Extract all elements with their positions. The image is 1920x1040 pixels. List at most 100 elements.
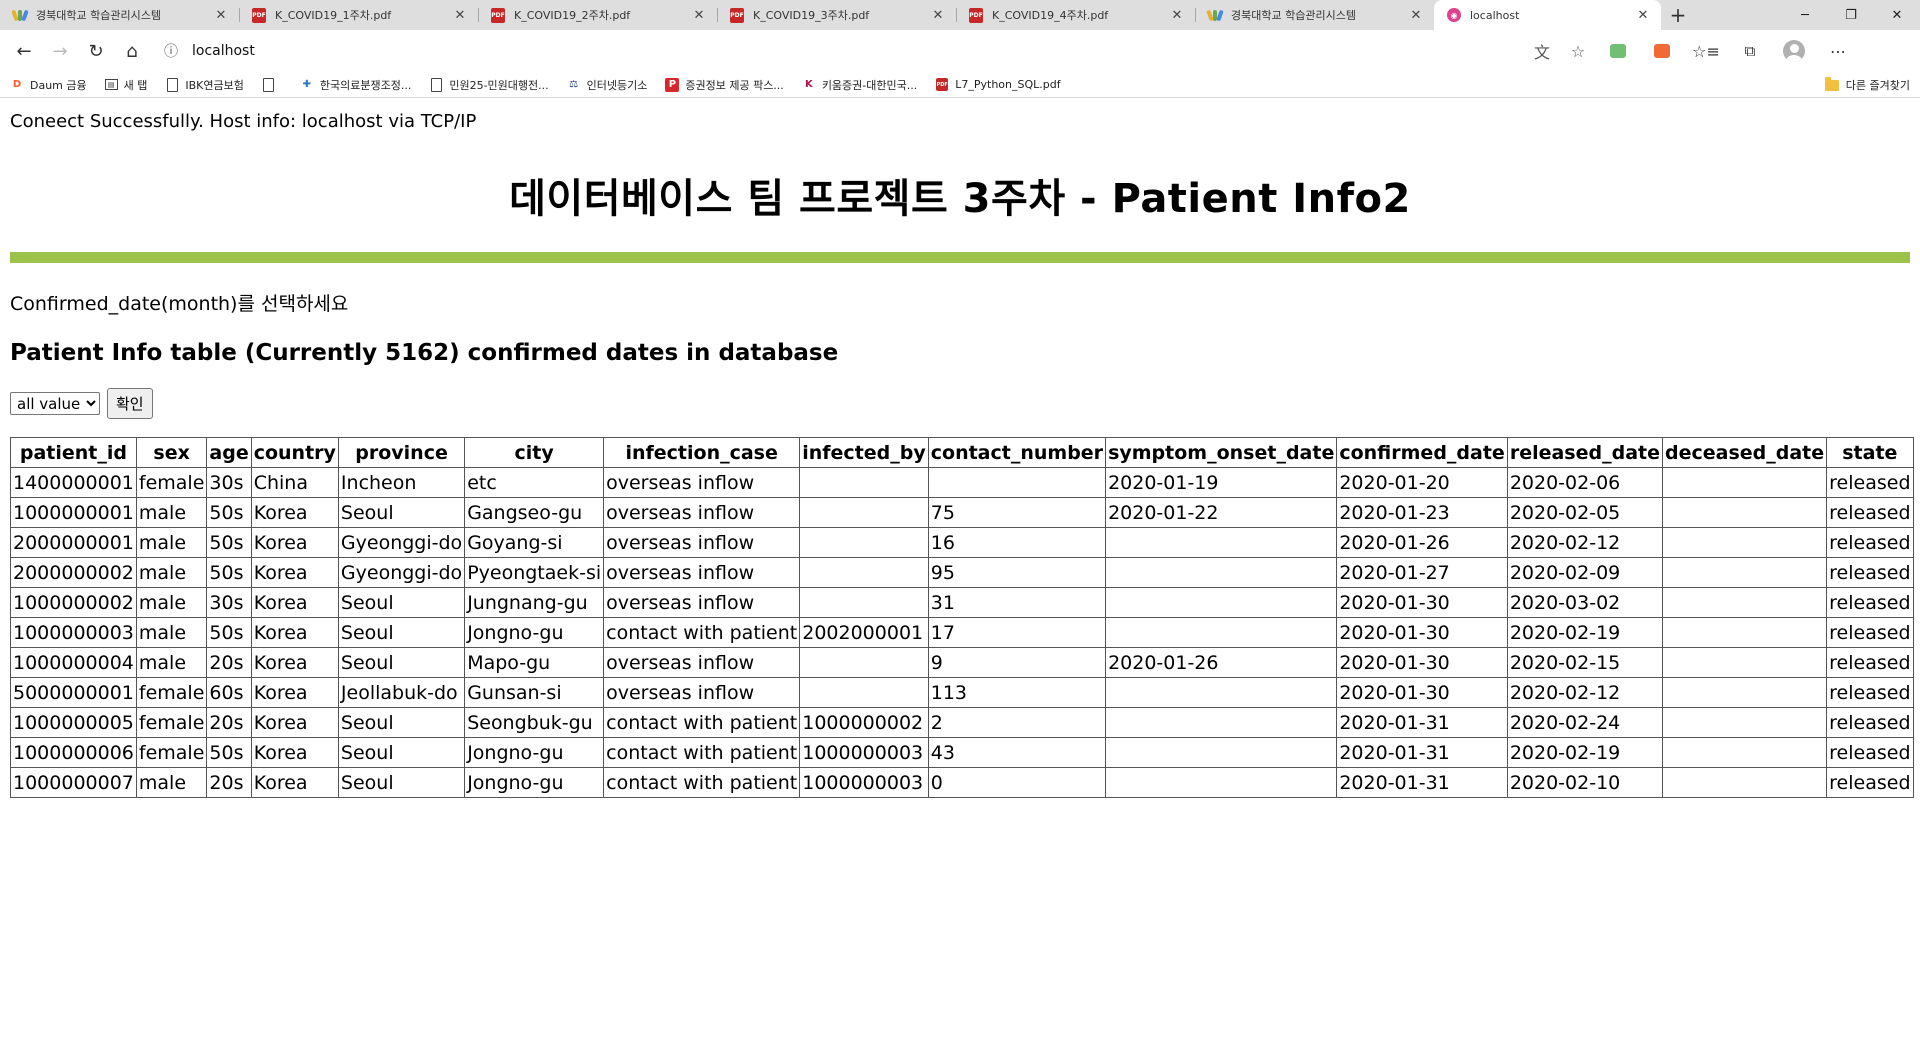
bookmark-ibk[interactable]: IBK연금보험 xyxy=(165,77,244,93)
bookmark-minwon[interactable]: 민원25-민원대행전... xyxy=(429,77,549,93)
bookmark-daum[interactable]: D Daum 금융 xyxy=(10,77,87,93)
cell-age: 30s xyxy=(206,587,252,618)
cell-sex: male xyxy=(135,527,208,558)
connection-status: Coneect Successfully. Host info: localho… xyxy=(10,111,477,132)
month-select[interactable]: all value xyxy=(10,392,100,415)
cell-infection-case: overseas inflow xyxy=(603,557,801,588)
cell-sex: male xyxy=(135,647,208,678)
browser-tab-pdf-1[interactable]: PDF K_COVID19_1주차.pdf ✕ xyxy=(239,0,478,30)
lms-icon xyxy=(1206,7,1224,23)
browser-tab-pdf-3[interactable]: PDF K_COVID19_3주차.pdf ✕ xyxy=(717,0,956,30)
cell-province: Gyeonggi-do xyxy=(337,527,466,558)
close-icon[interactable]: ✕ xyxy=(930,7,946,23)
table-row: 1000000001 male 50s Korea Seoul Gangseo-gu ove… xyxy=(10,497,1914,528)
cell-age: 60s xyxy=(206,677,252,708)
cell-country: Korea xyxy=(250,647,339,678)
browser-tab-localhost[interactable]: ◉ localhost ✕ xyxy=(1434,0,1661,30)
close-icon[interactable]: ✕ xyxy=(213,7,229,23)
bookmark-new-tab[interactable]: ▤ 새 탭 xyxy=(104,77,147,93)
column-header-deceased-date: deceased_date xyxy=(1661,437,1828,468)
bookmark-label: Daum 금융 xyxy=(30,78,87,92)
cell-country: Korea xyxy=(250,557,339,588)
bookmark-registry[interactable]: ⚖ 인터넷등기소 xyxy=(567,77,647,93)
address-bar[interactable]: ⓘ localhost 文 ☆ xyxy=(156,35,1596,67)
favorite-star-icon[interactable]: ☆ xyxy=(1560,42,1596,61)
cell-city: Jungnang-gu xyxy=(464,587,605,618)
close-icon[interactable]: ✕ xyxy=(1169,7,1185,23)
restore-icon[interactable]: ❐ xyxy=(1828,0,1874,30)
collections-icon[interactable]: ⧉ xyxy=(1728,35,1772,67)
daum-icon: D xyxy=(12,79,22,90)
minimize-icon[interactable]: ─ xyxy=(1782,0,1828,30)
cell-confirmed-date: 2020-01-30 xyxy=(1336,617,1508,648)
bookmark-kiwoom[interactable]: K 키움증권-대한민국... xyxy=(802,77,917,93)
browser-tab-lms-1[interactable]: 경북대학교 학습관리시스템 ✕ xyxy=(0,0,239,30)
close-icon[interactable]: ✕ xyxy=(452,7,468,23)
cell-state: released xyxy=(1826,617,1914,648)
translate-icon[interactable]: 文 xyxy=(1524,39,1560,63)
extension-orange-icon[interactable] xyxy=(1640,35,1684,67)
profile-avatar[interactable] xyxy=(1772,35,1816,67)
cell-deceased-date xyxy=(1661,557,1828,588)
extension-green-icon[interactable] xyxy=(1596,35,1640,67)
cell-released-date: 2020-02-12 xyxy=(1506,527,1664,558)
address-text[interactable]: localhost xyxy=(186,43,1524,59)
browser-tab-pdf-2[interactable]: PDF K_COVID19_2주차.pdf ✕ xyxy=(478,0,717,30)
cell-symptom-onset-date xyxy=(1105,737,1338,768)
cell-city: Jongno-gu xyxy=(464,617,605,648)
more-menu-icon[interactable]: ⋯ xyxy=(1816,35,1860,67)
browser-tab-pdf-4[interactable]: PDF K_COVID19_4주차.pdf ✕ xyxy=(956,0,1195,30)
bookmark-label: L7_Python_SQL.pdf xyxy=(955,78,1061,91)
confirm-button[interactable]: 확인 xyxy=(107,388,153,419)
table-row: 2000000001 male 50s Korea Gyeonggi-do Goyang-… xyxy=(10,527,1914,558)
forward-icon[interactable]: → xyxy=(42,35,78,67)
cell-symptom-onset-date: 2020-01-19 xyxy=(1105,467,1338,498)
cell-state: released xyxy=(1826,767,1914,798)
cell-infected-by: 1000000002 xyxy=(799,707,929,738)
table-row: 1000000004 male 20s Korea Seoul Mapo-gu overse… xyxy=(10,647,1914,678)
bookmark-paxnet[interactable]: P 증권정보 제공 팍스... xyxy=(665,77,784,93)
cell-country: Korea xyxy=(250,707,339,738)
cell-province: Seoul xyxy=(337,767,466,798)
cell-released-date: 2020-02-19 xyxy=(1506,617,1664,648)
cell-contact-number: 95 xyxy=(927,557,1107,588)
cell-age: 30s xyxy=(206,467,252,498)
column-header-infected-by: infected_by xyxy=(799,437,929,468)
column-header-age: age xyxy=(206,437,252,468)
bookmark-medical-dispute[interactable]: ✚ 한국의료분쟁조정... xyxy=(300,77,412,93)
registry-icon: ⚖ xyxy=(569,79,579,90)
cell-contact-number: 9 xyxy=(927,647,1107,678)
page-icon xyxy=(262,77,276,92)
cell-state: released xyxy=(1826,557,1914,588)
page-icon xyxy=(429,77,443,92)
cell-infection-case: overseas inflow xyxy=(603,497,801,528)
bookmark-blank[interactable] xyxy=(262,77,282,92)
close-icon[interactable]: ✕ xyxy=(1635,7,1651,23)
cell-sex: female xyxy=(135,737,208,768)
back-icon[interactable]: ← xyxy=(6,35,42,67)
cell-age: 50s xyxy=(206,617,252,648)
new-tab-button[interactable]: + xyxy=(1661,0,1695,30)
info-icon[interactable]: ⓘ xyxy=(156,41,186,61)
browser-tab-lms-2[interactable]: 경북대학교 학습관리시스템 ✕ xyxy=(1195,0,1434,30)
pdf-icon: PDF xyxy=(251,7,267,23)
cell-released-date: 2020-02-05 xyxy=(1506,497,1664,528)
bookmark-label: 키움증권-대한민국... xyxy=(821,78,918,92)
cell-sex: male xyxy=(135,497,208,528)
new-tab-page-icon: ▤ xyxy=(104,79,118,90)
cell-symptom-onset-date xyxy=(1105,527,1338,558)
table-row: 1400000001 female 30s China Incheon etc overse… xyxy=(10,467,1914,498)
column-header-sex: sex xyxy=(135,437,208,468)
bookmark-l7-pdf[interactable]: PDF L7_Python_SQL.pdf xyxy=(935,78,1061,92)
refresh-icon[interactable]: ↻ xyxy=(78,35,114,67)
tab-strip: 경북대학교 학습관리시스템 ✕ PDF K_COVID19_1주차.pdf ✕ … xyxy=(0,0,1920,30)
close-window-icon[interactable]: ✕ xyxy=(1874,0,1920,30)
close-icon[interactable]: ✕ xyxy=(1408,7,1424,23)
cell-patient-id: 1000000007 xyxy=(10,767,137,798)
other-favorites[interactable]: 다른 즐겨찾기 xyxy=(1824,72,1910,98)
close-icon[interactable]: ✕ xyxy=(691,7,707,23)
home-icon[interactable]: ⌂ xyxy=(114,35,150,67)
tab-title: 경북대학교 학습관리시스템 xyxy=(36,9,161,22)
favorites-icon[interactable]: ☆≡ xyxy=(1684,35,1728,67)
cell-city: Gunsan-si xyxy=(464,677,605,708)
